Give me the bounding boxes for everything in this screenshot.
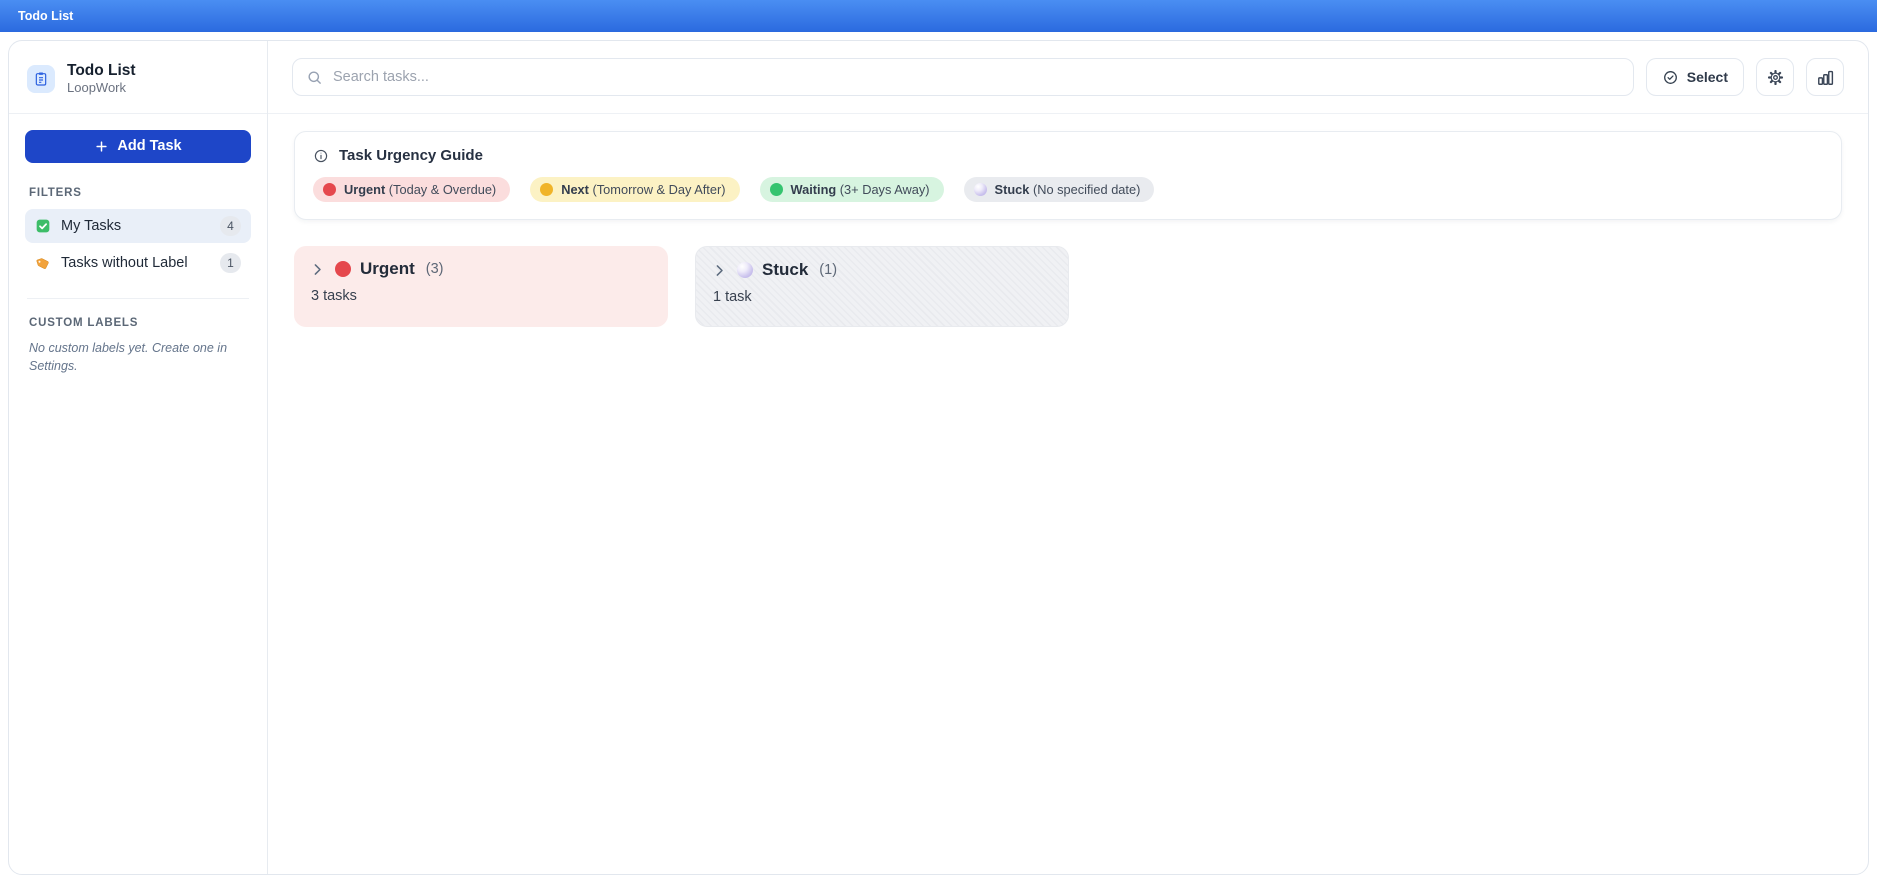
content-area: Task Urgency Guide Urgent (Today & Overd… [268,114,1868,874]
app-brand: Todo List LoopWork [25,55,251,113]
window-title: Todo List [18,9,74,23]
guide-title: Task Urgency Guide [339,147,483,164]
waiting-dot-icon [769,183,783,196]
toolbar: Select [268,41,1868,114]
next-dot-icon [540,183,554,196]
orange-tag-icon [35,255,51,271]
select-button[interactable]: Select [1645,58,1744,96]
group-card-stuck[interactable]: Stuck (1) 1 task [695,246,1069,327]
legend-pill-waiting: Waiting (3+ Days Away) [759,177,944,202]
urgency-legend: Urgent (Today & Overdue) Next (Tomorrow … [313,177,1823,202]
plus-icon [94,139,109,154]
group-count: (1) [819,262,838,278]
select-button-label: Select [1686,69,1728,85]
sidebar-item-my-tasks[interactable]: My Tasks 4 [25,208,251,243]
info-icon [313,148,329,164]
search-icon [306,69,323,86]
urgent-dot-icon [323,183,336,196]
search-input[interactable] [333,69,1620,85]
add-task-label: Add Task [117,138,182,155]
stats-bar-chart-icon [1816,68,1835,87]
stats-button[interactable] [1806,58,1844,96]
clipboard-icon [27,64,55,93]
settings-button[interactable] [1756,58,1794,96]
window-titlebar: Todo List [0,0,1877,32]
urgent-dot-icon [335,261,351,277]
legend-pill-next: Next (Tomorrow & Day After) [530,177,740,202]
sidebar-divider [9,112,267,114]
count-badge: 4 [220,215,241,236]
app-subtitle: LoopWork [67,80,127,96]
legend-pill-urgent: Urgent (Today & Overdue) [313,177,511,202]
settings-gear-icon [1766,68,1785,87]
sidebar: Todo List LoopWork Add Task FILTERS My T… [9,41,268,874]
chevron-right-icon[interactable] [711,262,728,279]
group-name: Stuck [762,260,809,279]
group-name: Urgent [360,259,415,278]
group-summary: 3 tasks [311,288,357,304]
chevron-right-icon[interactable] [309,261,326,278]
custom-labels-heading: CUSTOM LABELS [29,316,139,329]
task-urgency-guide-panel: Task Urgency Guide Urgent (Today & Overd… [294,131,1842,220]
sidebar-item-label: My Tasks [61,217,122,234]
group-count: (3) [425,261,444,277]
custom-labels-empty-hint: No custom labels yet. Create one in Sett… [29,340,228,373]
moon-dot-icon [973,183,987,196]
add-task-button[interactable]: Add Task [25,129,251,163]
search-box[interactable] [292,58,1634,96]
app-container: Todo List LoopWork Add Task FILTERS My T… [8,40,1869,875]
sidebar-item-tasks-without-label[interactable]: Tasks without Label 1 [25,246,251,280]
app-title: Todo List [67,62,136,79]
sidebar-item-label: Tasks without Label [61,254,188,271]
count-badge: 1 [220,252,241,273]
legend-pill-stuck: Stuck (No specified date) [963,177,1155,202]
main-area: Select [268,41,1868,874]
group-summary: 1 task [713,289,752,305]
green-checkbox-icon [35,218,51,234]
moon-dot-icon [737,262,753,278]
check-circle-icon [1662,69,1679,86]
group-card-urgent[interactable]: Urgent (3) 3 tasks [294,246,668,327]
filters-heading: FILTERS [29,186,82,199]
sidebar-divider [27,297,249,299]
task-groups: Urgent (3) 3 tasks Stuck (1) 1 task [294,246,1842,327]
